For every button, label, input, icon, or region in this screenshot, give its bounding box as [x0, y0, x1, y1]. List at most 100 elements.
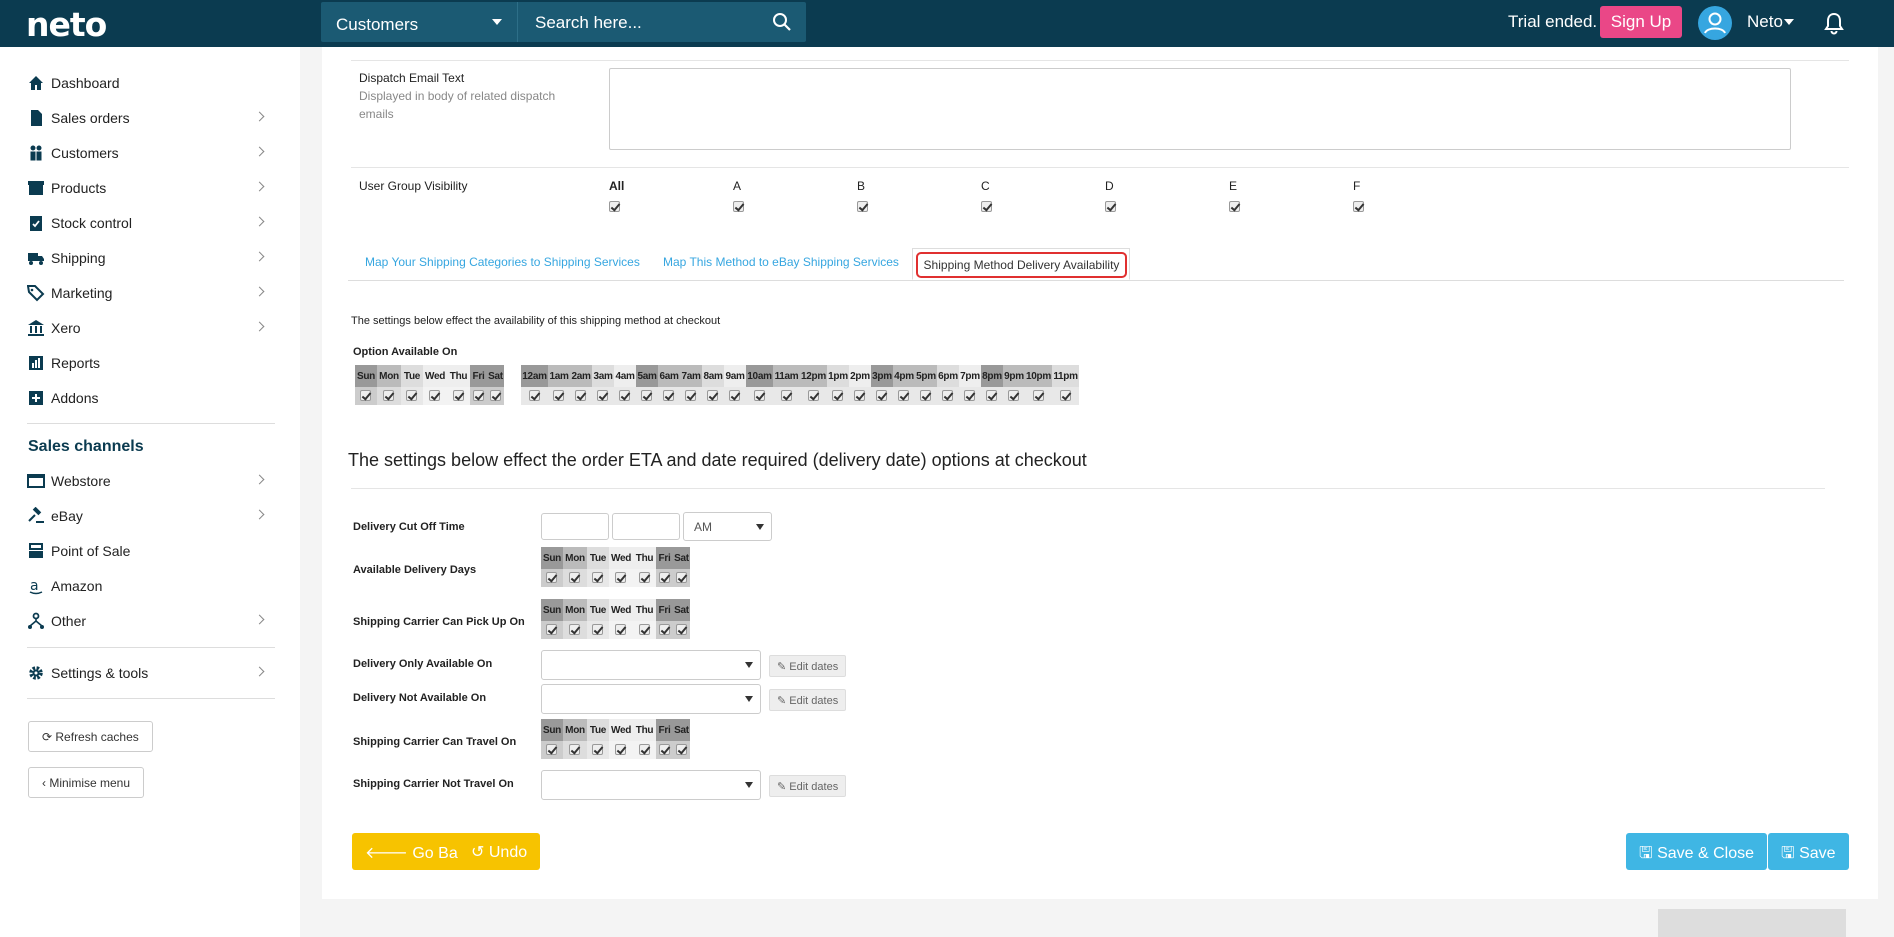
- user-group-c-checkbox[interactable]: [981, 201, 992, 212]
- option-hour-checkbox[interactable]: [964, 390, 975, 401]
- option-hour-checkbox[interactable]: [597, 390, 608, 401]
- option-hour-checkbox[interactable]: [528, 390, 540, 401]
- option-day-checkbox[interactable]: [489, 390, 501, 401]
- sidebar-item-customers[interactable]: Customers: [27, 138, 269, 168]
- option-hour-checkbox[interactable]: [575, 390, 586, 401]
- sidebar-item-point-of-sale[interactable]: Point of Sale: [27, 536, 269, 566]
- option-hour-checkbox[interactable]: [729, 390, 740, 401]
- delivery-only-edit-dates-button[interactable]: ✎ Edit dates: [769, 655, 847, 677]
- search-icon[interactable]: [772, 12, 792, 32]
- option-hour-checkbox[interactable]: [920, 390, 931, 401]
- sidebar-item-stock-control[interactable]: Stock control: [27, 208, 269, 238]
- minimise-menu-button[interactable]: ‹ Minimise menu: [28, 767, 145, 798]
- sidebar-item-other[interactable]: Other: [27, 606, 269, 636]
- chevron-down-icon[interactable]: [1784, 19, 1794, 25]
- travel-day-checkbox[interactable]: [615, 744, 626, 755]
- delivery-day-checkbox[interactable]: [592, 572, 603, 583]
- user-menu[interactable]: Neto: [1747, 12, 1783, 32]
- travel-day-checkbox[interactable]: [658, 744, 670, 755]
- option-day-checkbox[interactable]: [429, 390, 440, 401]
- sidebar-item-webstore[interactable]: Webstore: [27, 466, 269, 496]
- delivery-day-checkbox[interactable]: [615, 572, 626, 583]
- bell-icon[interactable]: [1823, 11, 1845, 35]
- option-hour-checkbox[interactable]: [1059, 390, 1071, 401]
- pickup-day-checkbox[interactable]: [675, 624, 687, 635]
- delivery-not-select[interactable]: [541, 684, 761, 714]
- pickup-day-checkbox[interactable]: [658, 624, 670, 635]
- travel-day-checkbox[interactable]: [592, 744, 603, 755]
- travel-day-checkbox[interactable]: [638, 744, 650, 755]
- option-hour-checkbox[interactable]: [854, 390, 865, 401]
- sidebar-item-sales-orders[interactable]: Sales orders: [27, 103, 269, 133]
- user-group-all-checkbox[interactable]: [609, 201, 620, 212]
- option-day-checkbox[interactable]: [360, 390, 371, 401]
- not-travel-edit-dates-button[interactable]: ✎ Edit dates: [769, 775, 847, 797]
- cutoff-minute-input[interactable]: [612, 513, 680, 540]
- user-group-a-checkbox[interactable]: [733, 201, 744, 212]
- option-hour-checkbox[interactable]: [832, 390, 843, 401]
- sidebar-item-xero[interactable]: Xero: [27, 313, 269, 343]
- sidebar-item-settings[interactable]: Settings & tools: [27, 658, 269, 688]
- option-day-checkbox[interactable]: [472, 390, 484, 401]
- user-group-e-checkbox[interactable]: [1229, 201, 1240, 212]
- option-day-checkbox[interactable]: [452, 390, 464, 401]
- option-hour-checkbox[interactable]: [986, 390, 997, 401]
- option-hour-checkbox[interactable]: [685, 390, 696, 401]
- pickup-day-checkbox[interactable]: [546, 624, 557, 635]
- option-hour-checkbox[interactable]: [753, 390, 765, 401]
- travel-day-checkbox[interactable]: [675, 744, 687, 755]
- tab-map-ebay[interactable]: Map This Method to eBay Shipping Service…: [663, 255, 899, 269]
- sidebar-item-addons[interactable]: Addons: [27, 383, 269, 413]
- save-button[interactable]: 🖫 Save: [1768, 833, 1849, 870]
- cutoff-ampm-select[interactable]: AM: [683, 512, 772, 541]
- sidebar-item-ebay[interactable]: eBay: [27, 501, 269, 531]
- option-hour-checkbox[interactable]: [876, 390, 887, 401]
- sidebar-item-dashboard[interactable]: Dashboard: [27, 68, 269, 98]
- avatar[interactable]: [1698, 6, 1732, 40]
- not-travel-select[interactable]: [541, 770, 761, 800]
- refresh-caches-button[interactable]: ⟳ Refresh caches: [28, 721, 153, 752]
- search-input[interactable]: Search here...: [518, 2, 806, 42]
- sidebar-item-products[interactable]: Products: [27, 173, 269, 203]
- travel-day-checkbox[interactable]: [546, 744, 557, 755]
- option-hour-checkbox[interactable]: [780, 390, 792, 401]
- option-hour-checkbox[interactable]: [942, 390, 953, 401]
- option-day-checkbox[interactable]: [383, 390, 394, 401]
- neto-logo[interactable]: neto: [26, 5, 107, 44]
- option-hour-checkbox[interactable]: [1008, 390, 1019, 401]
- sidebar-item-shipping[interactable]: Shipping: [27, 243, 269, 273]
- user-group-b-checkbox[interactable]: [857, 201, 868, 212]
- option-hour-checkbox[interactable]: [663, 390, 674, 401]
- search-scope-select[interactable]: Customers: [321, 2, 518, 42]
- option-day-checkbox[interactable]: [406, 390, 417, 401]
- option-hour-checkbox[interactable]: [1032, 390, 1044, 401]
- delivery-day-checkbox[interactable]: [569, 572, 580, 583]
- delivery-not-edit-dates-button[interactable]: ✎ Edit dates: [769, 689, 847, 711]
- cutoff-hour-input[interactable]: [541, 513, 609, 540]
- dispatch-email-textarea[interactable]: [609, 68, 1791, 150]
- delivery-day-checkbox[interactable]: [638, 572, 650, 583]
- tab-map-categories[interactable]: Map Your Shipping Categories to Shipping…: [365, 255, 640, 269]
- undo-button[interactable]: ↺ Undo: [458, 833, 541, 870]
- travel-day-checkbox[interactable]: [569, 744, 580, 755]
- option-hour-checkbox[interactable]: [707, 390, 718, 401]
- delivery-only-select[interactable]: [541, 650, 761, 680]
- tab-delivery-availability[interactable]: Shipping Method Delivery Availability: [912, 248, 1130, 280]
- delivery-day-checkbox[interactable]: [675, 572, 687, 583]
- delivery-day-checkbox[interactable]: [658, 572, 670, 583]
- delivery-day-checkbox[interactable]: [546, 572, 557, 583]
- sidebar-item-amazon[interactable]: a Amazon: [27, 571, 269, 601]
- option-hour-checkbox[interactable]: [898, 390, 909, 401]
- option-hour-checkbox[interactable]: [807, 390, 819, 401]
- user-group-d-checkbox[interactable]: [1105, 201, 1116, 212]
- pickup-day-checkbox[interactable]: [592, 624, 603, 635]
- option-hour-checkbox[interactable]: [619, 390, 630, 401]
- save-close-button[interactable]: 🖫 Save & Close: [1626, 833, 1768, 870]
- sign-up-button[interactable]: Sign Up: [1600, 6, 1682, 38]
- option-hour-checkbox[interactable]: [553, 390, 564, 401]
- sidebar-item-marketing[interactable]: Marketing: [27, 278, 269, 308]
- pickup-day-checkbox[interactable]: [569, 624, 580, 635]
- option-hour-checkbox[interactable]: [641, 390, 652, 401]
- pickup-day-checkbox[interactable]: [615, 624, 626, 635]
- pickup-day-checkbox[interactable]: [638, 624, 650, 635]
